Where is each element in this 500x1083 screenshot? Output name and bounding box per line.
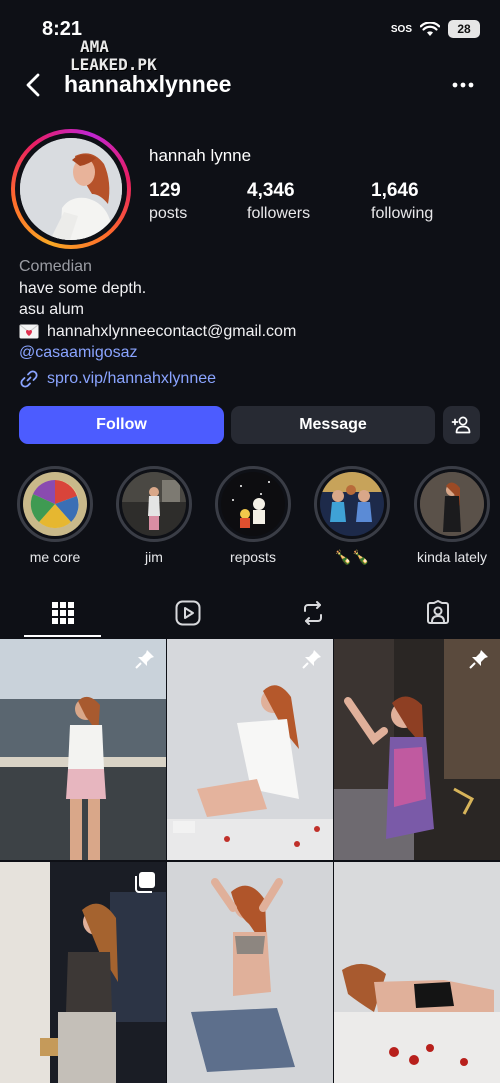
posts-grid	[0, 639, 500, 1083]
pinned-icon	[302, 650, 321, 669]
wifi-icon	[420, 21, 440, 36]
post-thumbnail[interactable]	[0, 862, 166, 1083]
bio-link[interactable]: spro.vip/hannahxlynnee	[19, 369, 216, 389]
pinned-icon	[135, 650, 154, 669]
bio-line-1: have some depth.	[19, 279, 147, 297]
display-name: hannah lynne	[149, 146, 252, 165]
stat-posts-count: 129	[149, 180, 181, 201]
tab-posts[interactable]	[0, 590, 125, 636]
tab-reels[interactable]	[125, 590, 250, 636]
highlight-cover	[221, 472, 285, 536]
bio-email: hannahxlynneecontact@gmail.com	[47, 322, 297, 340]
tab-reposts[interactable]	[250, 590, 375, 636]
posts-grid-icon	[51, 602, 74, 624]
more-options-icon[interactable]	[448, 70, 478, 100]
stat-followers-count: 4,346	[247, 180, 295, 201]
stat-followers[interactable]: 4,346 followers	[247, 180, 310, 223]
highlight-reposts[interactable]: reposts	[213, 466, 293, 565]
active-tab-indicator	[24, 635, 101, 637]
pinned-icon	[469, 650, 488, 669]
bio-email-row: hannahxlynneecontact@gmail.com	[19, 321, 296, 343]
post-thumbnail[interactable]	[334, 639, 500, 860]
highlight-champagne[interactable]: 🍾🍾	[312, 466, 392, 566]
post-image	[167, 862, 333, 1083]
message-button[interactable]: Message	[231, 406, 435, 444]
add-person-icon	[451, 416, 470, 434]
watermark-line-1: AMA	[80, 37, 109, 56]
bio-line-2: asu alum	[19, 301, 84, 318]
tab-tagged[interactable]	[375, 590, 500, 636]
profile-tabs	[0, 590, 500, 638]
profile-bio: Comedian have some depth. asu alum hanna…	[19, 256, 296, 364]
post-image	[334, 639, 500, 860]
post-thumbnail[interactable]	[167, 639, 333, 860]
reels-icon	[175, 600, 200, 626]
post-image	[0, 639, 166, 860]
highlight-kinda-lately[interactable]: kinda lately	[412, 466, 492, 565]
bio-mention[interactable]: @casaamigosaz	[19, 342, 296, 364]
stat-following-count: 1,646	[371, 180, 419, 201]
stat-following-label: following	[371, 205, 434, 222]
back-arrow-icon[interactable]	[20, 70, 48, 100]
highlight-label: kinda lately	[416, 549, 488, 565]
stat-followers-label: followers	[247, 205, 311, 222]
highlight-label: reposts	[230, 549, 276, 565]
sos-indicator: SOS	[390, 23, 412, 35]
reposts-icon	[303, 601, 322, 625]
highlight-label: me core	[29, 549, 81, 565]
stat-posts[interactable]: 129 posts	[149, 180, 187, 223]
carousel-icon	[135, 872, 155, 893]
avatar-photo	[20, 138, 122, 240]
post-image	[0, 862, 166, 1083]
bio-category: Comedian	[19, 258, 92, 275]
battery-indicator: 28	[448, 20, 480, 38]
bio-link-text: spro.vip/hannahxlynnee	[47, 370, 217, 387]
highlight-cover	[23, 472, 87, 536]
post-image	[167, 639, 333, 860]
love-letter-icon	[19, 324, 39, 339]
suggest-people-button[interactable]	[443, 406, 480, 444]
status-indicators: SOS 28	[391, 20, 480, 38]
highlight-cover	[122, 472, 186, 536]
profile-header: hannahxlynnee	[0, 66, 500, 106]
highlight-cover	[320, 472, 384, 536]
post-thumbnail[interactable]	[334, 862, 500, 1083]
follow-button[interactable]: Follow	[19, 406, 224, 444]
stat-posts-label: posts	[149, 205, 188, 222]
highlight-label: jim	[145, 549, 163, 565]
profile-avatar[interactable]	[11, 129, 131, 249]
stat-following[interactable]: 1,646 following	[371, 180, 433, 223]
post-image	[334, 862, 500, 1083]
highlight-label: 🍾🍾	[334, 549, 370, 565]
highlight-me-core[interactable]: me core	[15, 466, 95, 565]
highlight-jim[interactable]: jim	[114, 466, 194, 565]
tagged-icon	[426, 600, 449, 624]
highlight-cover	[420, 472, 484, 536]
header-username: hannahxlynnee	[64, 71, 232, 97]
link-icon	[20, 370, 38, 388]
post-thumbnail[interactable]	[167, 862, 333, 1083]
post-thumbnail[interactable]	[0, 639, 166, 860]
